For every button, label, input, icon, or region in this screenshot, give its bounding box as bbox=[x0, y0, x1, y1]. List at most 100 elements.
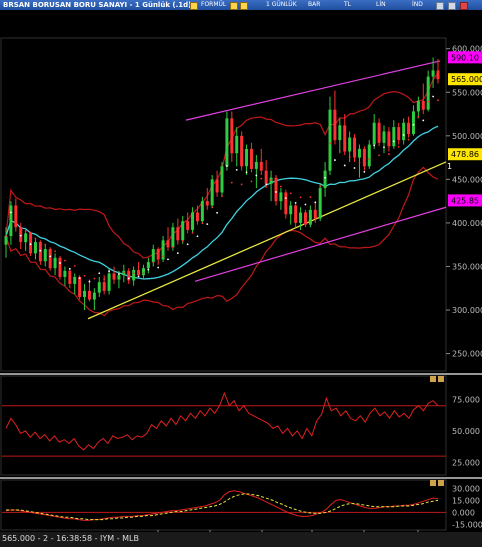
candle-body bbox=[141, 268, 145, 276]
candle-body bbox=[294, 205, 298, 223]
parabolic-dot bbox=[14, 224, 17, 227]
parabolic-dot bbox=[64, 259, 66, 262]
parabolic-dot bbox=[176, 252, 179, 255]
candle-body bbox=[83, 290, 87, 297]
parabolic-dot bbox=[49, 255, 52, 258]
candle bbox=[146, 257, 150, 274]
moving-average-line bbox=[5, 125, 439, 280]
candle bbox=[411, 105, 415, 136]
candle-body bbox=[343, 125, 347, 152]
parabolic-dot bbox=[397, 146, 400, 148]
candle-body bbox=[436, 70, 440, 80]
parabolic-dot bbox=[181, 240, 184, 242]
candle-body bbox=[181, 221, 185, 241]
parabolic-dot bbox=[284, 197, 287, 200]
parabolic-dot bbox=[407, 138, 410, 141]
candle bbox=[392, 120, 396, 149]
candle bbox=[43, 244, 47, 267]
candle-body bbox=[117, 275, 121, 280]
parabolic-dot bbox=[432, 95, 434, 98]
candle-body bbox=[171, 227, 175, 248]
candle bbox=[294, 203, 298, 228]
candle bbox=[48, 247, 52, 271]
candle bbox=[220, 161, 224, 197]
chart-canvas: 600.000550.000500.000450.000400.000350.0… bbox=[0, 37, 482, 545]
candle bbox=[156, 247, 160, 265]
candle-body bbox=[87, 290, 91, 300]
parabolic-dot bbox=[162, 255, 164, 258]
parabolic-dot bbox=[83, 274, 86, 277]
parabolic-dot bbox=[108, 270, 110, 273]
parabolic-dot bbox=[309, 196, 312, 198]
parabolic-dot bbox=[383, 146, 385, 149]
candle bbox=[215, 170, 219, 197]
candle-body bbox=[308, 209, 312, 225]
candle bbox=[73, 273, 77, 295]
parabolic-dot bbox=[392, 140, 395, 143]
parabolic-dot bbox=[211, 206, 214, 209]
candle bbox=[235, 127, 239, 167]
candle-body bbox=[426, 76, 430, 110]
parabolic-dot bbox=[275, 191, 277, 193]
candle bbox=[166, 227, 170, 251]
parabolic-dot bbox=[196, 235, 199, 238]
parabolic-dot bbox=[265, 183, 268, 186]
parabolic-dot bbox=[157, 266, 160, 269]
candle bbox=[333, 90, 337, 145]
parabolic-dot bbox=[270, 179, 272, 181]
candle bbox=[254, 154, 258, 189]
price-tick-label: 350.000 bbox=[452, 262, 482, 271]
macd-panel-button bbox=[438, 480, 444, 486]
parabolic-dot bbox=[132, 272, 135, 275]
parabolic-dot bbox=[88, 280, 91, 283]
parabolic-dot bbox=[103, 278, 106, 281]
candle bbox=[230, 111, 234, 162]
parabolic-dot bbox=[29, 243, 32, 246]
candle bbox=[141, 264, 145, 280]
rsi-tick-label: 75.000 bbox=[452, 395, 480, 404]
candle bbox=[308, 205, 312, 228]
candle bbox=[289, 201, 293, 225]
candle bbox=[240, 131, 244, 171]
parabolic-dot bbox=[127, 277, 130, 280]
candle-body bbox=[367, 144, 371, 167]
parabolic-dot bbox=[329, 142, 331, 145]
parabolic-dot bbox=[5, 235, 7, 237]
candle-body bbox=[205, 201, 209, 206]
rsi-tick-label: 25.000 bbox=[452, 458, 480, 467]
parabolic-dot bbox=[172, 246, 174, 249]
candle-body bbox=[303, 212, 307, 225]
price-tick-label: 450.000 bbox=[452, 175, 482, 184]
candle bbox=[176, 218, 180, 245]
candle bbox=[191, 207, 195, 234]
candle bbox=[382, 125, 386, 154]
candle-body bbox=[156, 249, 160, 260]
parabolic-dot bbox=[216, 211, 218, 214]
parabolic-dot bbox=[255, 174, 258, 177]
rsi-panel: 75.000 50.000 25.000 bbox=[0, 375, 480, 476]
parabolic-dot bbox=[260, 177, 263, 180]
candle bbox=[33, 238, 37, 260]
candle-body bbox=[382, 131, 386, 143]
candle-body bbox=[274, 177, 278, 202]
candle-body bbox=[210, 179, 214, 206]
candle-body bbox=[48, 249, 52, 269]
parabolic-dot bbox=[44, 243, 47, 246]
lower-channel-tag: 425.85 bbox=[451, 196, 479, 205]
candle bbox=[132, 266, 136, 286]
parabolic-dot bbox=[137, 275, 140, 278]
candle bbox=[38, 240, 42, 265]
candle-body bbox=[333, 109, 337, 141]
price-panel-frame bbox=[0, 37, 447, 372]
parabolic-dot bbox=[417, 116, 420, 118]
candle-body bbox=[249, 148, 253, 169]
candle-body bbox=[387, 131, 391, 147]
candle bbox=[357, 144, 361, 178]
candle bbox=[274, 175, 278, 206]
candle-body bbox=[58, 257, 62, 277]
parabolic-dot bbox=[122, 271, 125, 274]
price-tick-label: 300.000 bbox=[452, 306, 482, 315]
macd-tick-label: 0.000 bbox=[452, 508, 475, 517]
candle-body bbox=[107, 273, 111, 291]
candle bbox=[323, 161, 327, 197]
